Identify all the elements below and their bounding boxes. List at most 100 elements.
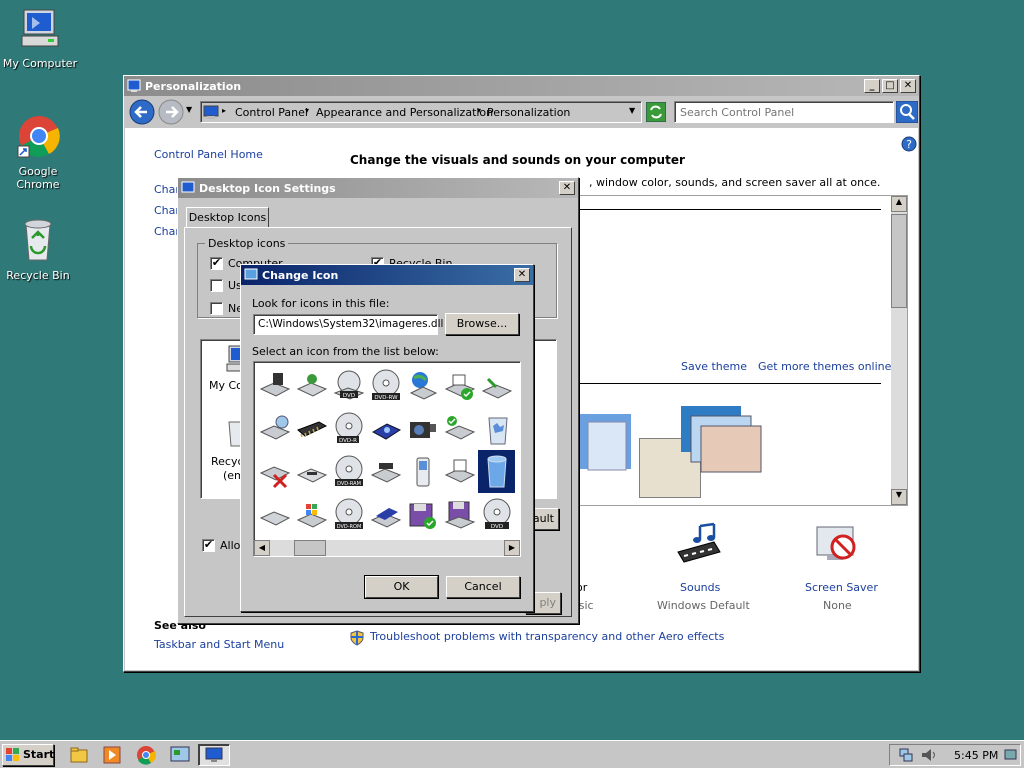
icon-option[interactable]: DVD-ROM xyxy=(330,493,367,536)
icon-list-scrollbar[interactable]: ◀ ▶ xyxy=(254,540,520,556)
save-theme-link[interactable]: Save theme xyxy=(681,360,747,373)
desktop-icon-my-computer[interactable]: My Computer xyxy=(0,6,80,70)
breadcrumb-control-panel[interactable]: Control Panel xyxy=(235,106,308,119)
icon-option[interactable] xyxy=(293,450,330,493)
scroll-thumb[interactable] xyxy=(891,214,907,308)
close-button[interactable]: ✕ xyxy=(900,79,916,93)
icon-option[interactable] xyxy=(367,407,404,450)
forward-arrow-icon[interactable] xyxy=(158,99,184,125)
icon-option[interactable] xyxy=(441,493,478,536)
desktop-icon-google-chrome[interactable]: Google Chrome xyxy=(0,114,78,191)
cancel-button[interactable]: Cancel xyxy=(446,576,520,598)
icon-option[interactable] xyxy=(404,364,441,407)
scroll-thumb[interactable] xyxy=(294,540,326,556)
sounds-icon[interactable] xyxy=(674,522,724,568)
computer-checkbox[interactable]: ✔ xyxy=(210,257,223,270)
theme-thumbnail[interactable] xyxy=(681,406,765,476)
theme-thumbnail[interactable] xyxy=(576,404,646,474)
change-icon-titlebar[interactable]: Change Icon ✕ xyxy=(241,265,533,285)
icon-option[interactable] xyxy=(256,407,293,450)
get-more-themes-link[interactable]: Get more themes online xyxy=(758,360,891,373)
icon-option-selected[interactable] xyxy=(478,450,515,493)
icon-option[interactable] xyxy=(293,364,330,407)
icon-option[interactable]: DVD-RAM xyxy=(330,450,367,493)
icon-option[interactable] xyxy=(367,493,404,536)
browse-button[interactable]: Browse... xyxy=(445,313,519,335)
back-arrow-icon[interactable] xyxy=(129,99,155,125)
icon-option[interactable] xyxy=(478,407,515,450)
search-icon[interactable] xyxy=(896,101,918,123)
scroll-down-button[interactable]: ▼ xyxy=(891,489,907,505)
clock[interactable]: 5:45 PM xyxy=(954,749,998,762)
drive-icon xyxy=(296,373,327,397)
troubleshoot-link[interactable]: Troubleshoot problems with transparency … xyxy=(370,630,724,643)
allow-themes-checkbox[interactable]: ✔ xyxy=(202,539,215,552)
network-icon[interactable] xyxy=(898,747,914,763)
desktop-icon-recycle-bin[interactable]: Recycle Bin xyxy=(0,216,78,282)
navigation-bar: ▼ ▸ Control Panel ▾ Appearance and Perso… xyxy=(124,97,919,127)
screen-saver-icon[interactable] xyxy=(813,521,861,569)
network-checkbox[interactable] xyxy=(210,302,223,315)
close-button[interactable]: ✕ xyxy=(514,268,530,282)
icon-option[interactable] xyxy=(441,407,478,450)
floppy-drive-icon xyxy=(444,501,475,529)
volume-icon[interactable] xyxy=(920,747,938,763)
screen-saver-value: None xyxy=(823,599,852,612)
personalization-titlebar[interactable]: Personalization _ □ ✕ xyxy=(124,76,919,96)
control-panel-taskbar-icon[interactable] xyxy=(170,745,190,765)
start-button[interactable]: Start xyxy=(2,744,54,766)
refresh-icon[interactable] xyxy=(646,102,666,122)
address-bar[interactable]: ▸ Control Panel ▾ Appearance and Persona… xyxy=(200,101,642,123)
sounds-link[interactable]: Sounds xyxy=(680,581,720,594)
icon-option[interactable]: DVD xyxy=(330,364,367,407)
close-button[interactable]: ✕ xyxy=(559,181,575,195)
removable-drive-icon xyxy=(296,467,327,483)
icon-option[interactable]: DVD-RW xyxy=(367,364,404,407)
theme-list-scrollbar[interactable]: ▲ ▼ xyxy=(891,196,907,505)
breadcrumb-appearance[interactable]: Appearance and Personalization xyxy=(316,106,493,119)
ok-button[interactable]: OK xyxy=(364,575,439,599)
scroll-right-button[interactable]: ▶ xyxy=(504,540,520,556)
icon-option[interactable] xyxy=(404,450,441,493)
scroll-left-button[interactable]: ◀ xyxy=(254,540,270,556)
icon-option[interactable] xyxy=(404,407,441,450)
address-dropdown-icon[interactable]: ▼ xyxy=(629,106,635,115)
file-path-field[interactable]: C:\Windows\System32\imageres.dll xyxy=(253,314,443,335)
icon-option[interactable] xyxy=(404,493,441,536)
taskbar-start-menu-link[interactable]: Taskbar and Start Menu xyxy=(154,638,284,651)
icon-option[interactable] xyxy=(441,364,478,407)
maximize-button[interactable]: □ xyxy=(882,79,898,93)
icon-option[interactable] xyxy=(256,493,293,536)
media-player-icon[interactable] xyxy=(103,746,121,764)
dvd-drive-icon: DVD xyxy=(333,370,364,400)
search-input[interactable] xyxy=(678,103,890,121)
icon-option[interactable] xyxy=(293,407,330,450)
file-path-input[interactable]: C:\Windows\System32\imageres.dll xyxy=(258,318,443,330)
chrome-taskbar-icon[interactable] xyxy=(136,745,156,765)
tab-desktop-icons[interactable]: Desktop Icons xyxy=(186,207,269,228)
icon-option[interactable] xyxy=(367,450,404,493)
icon-option[interactable] xyxy=(256,364,293,407)
icon-option[interactable]: DVD xyxy=(478,493,515,536)
breadcrumb-personalization[interactable]: Personalization xyxy=(487,106,570,119)
minimize-button[interactable]: _ xyxy=(864,79,880,93)
screen-saver-link[interactable]: Screen Saver xyxy=(805,581,878,594)
desktop-icon-settings-titlebar[interactable]: Desktop Icon Settings ✕ xyxy=(178,178,578,198)
user-files-checkbox[interactable] xyxy=(210,279,223,292)
hard-drive-icon xyxy=(259,372,290,397)
icon-badge: DVD-R xyxy=(339,438,357,444)
history-dropdown-icon[interactable]: ▼ xyxy=(186,105,192,114)
personalization-taskbar-button[interactable] xyxy=(198,744,230,766)
icon-option[interactable] xyxy=(441,450,478,493)
search-box[interactable] xyxy=(674,101,894,123)
icon-option[interactable]: DVD-R xyxy=(330,407,367,450)
control-panel-home-link[interactable]: Control Panel Home xyxy=(154,148,263,161)
icon-option[interactable] xyxy=(256,450,293,493)
scroll-up-button[interactable]: ▲ xyxy=(891,196,907,212)
explorer-icon[interactable] xyxy=(70,746,88,764)
help-icon[interactable]: ? xyxy=(901,136,917,152)
icon-option[interactable] xyxy=(478,364,515,407)
show-desktop-icon[interactable] xyxy=(1004,747,1018,763)
icon-option[interactable] xyxy=(293,493,330,536)
icon-list[interactable]: DVD DVD-RW DVD-R DVD-RAM DVD-ROM DVD ◀ ▶ xyxy=(253,361,521,557)
